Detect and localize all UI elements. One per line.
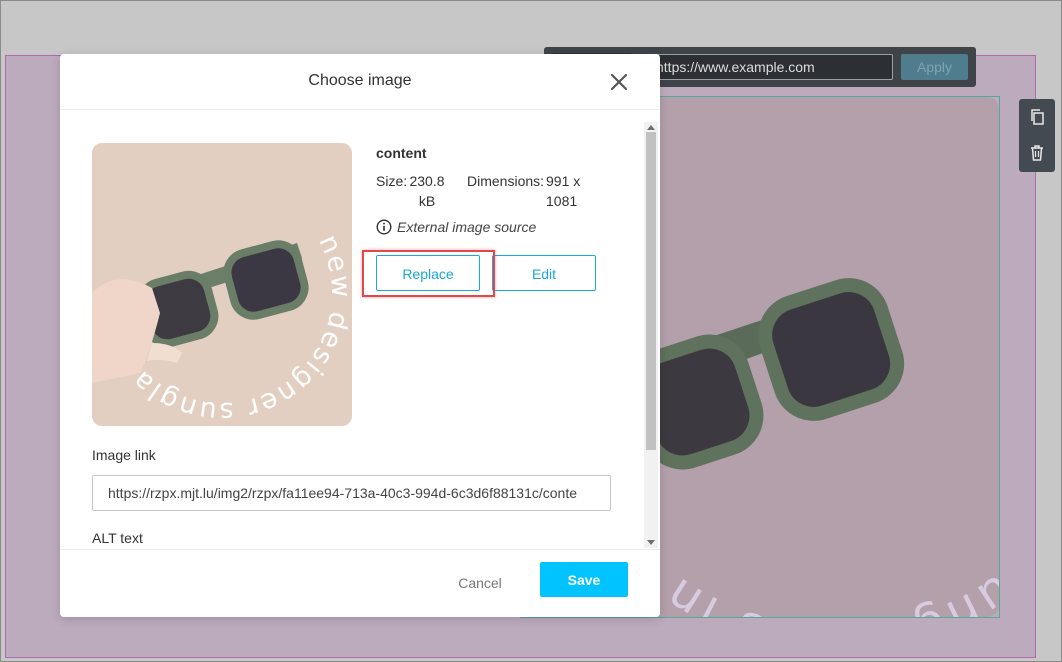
close-icon[interactable] bbox=[607, 70, 631, 94]
image-link-input[interactable]: https://rzpx.mjt.lu/img2/rzpx/fa11ee94-7… bbox=[92, 475, 611, 511]
image-name: content bbox=[376, 145, 427, 161]
save-button[interactable]: Save bbox=[540, 562, 628, 597]
image-link-label: Image link bbox=[92, 447, 156, 463]
apply-link-button[interactable]: Apply bbox=[901, 54, 968, 80]
link-url-input[interactable]: https://www.example.com bbox=[645, 54, 893, 80]
external-source-text: External image source bbox=[397, 219, 537, 235]
info-icon bbox=[376, 219, 392, 235]
choose-image-dialog: Choose image new designer sunglasses in … bbox=[60, 54, 660, 617]
size-value: 230.8 kB bbox=[409, 173, 445, 209]
replace-highlight bbox=[362, 250, 495, 297]
scroll-up-icon[interactable] bbox=[647, 125, 655, 130]
external-source-note: External image source bbox=[376, 219, 536, 235]
dialog-scrollbar[interactable] bbox=[644, 122, 658, 548]
dimensions-label: Dimensions: bbox=[467, 173, 545, 189]
edit-button[interactable]: Edit bbox=[492, 255, 596, 291]
trash-icon[interactable] bbox=[1027, 143, 1047, 163]
duplicate-icon[interactable] bbox=[1027, 107, 1047, 127]
cancel-button[interactable]: Cancel bbox=[440, 568, 520, 598]
image-preview: new designer sunglasses in s bbox=[92, 143, 352, 426]
dialog-header: Choose image bbox=[60, 54, 660, 110]
alt-text-label: ALT text bbox=[92, 530, 143, 546]
dialog-footer: Cancel Save bbox=[60, 549, 660, 617]
scroll-down-icon[interactable] bbox=[647, 540, 655, 545]
block-actions bbox=[1019, 99, 1055, 172]
dimensions-value: 991 x 1081 bbox=[546, 173, 581, 209]
scroll-thumb[interactable] bbox=[646, 132, 656, 450]
size-label: Size: bbox=[376, 173, 408, 189]
dialog-title: Choose image bbox=[308, 72, 412, 89]
